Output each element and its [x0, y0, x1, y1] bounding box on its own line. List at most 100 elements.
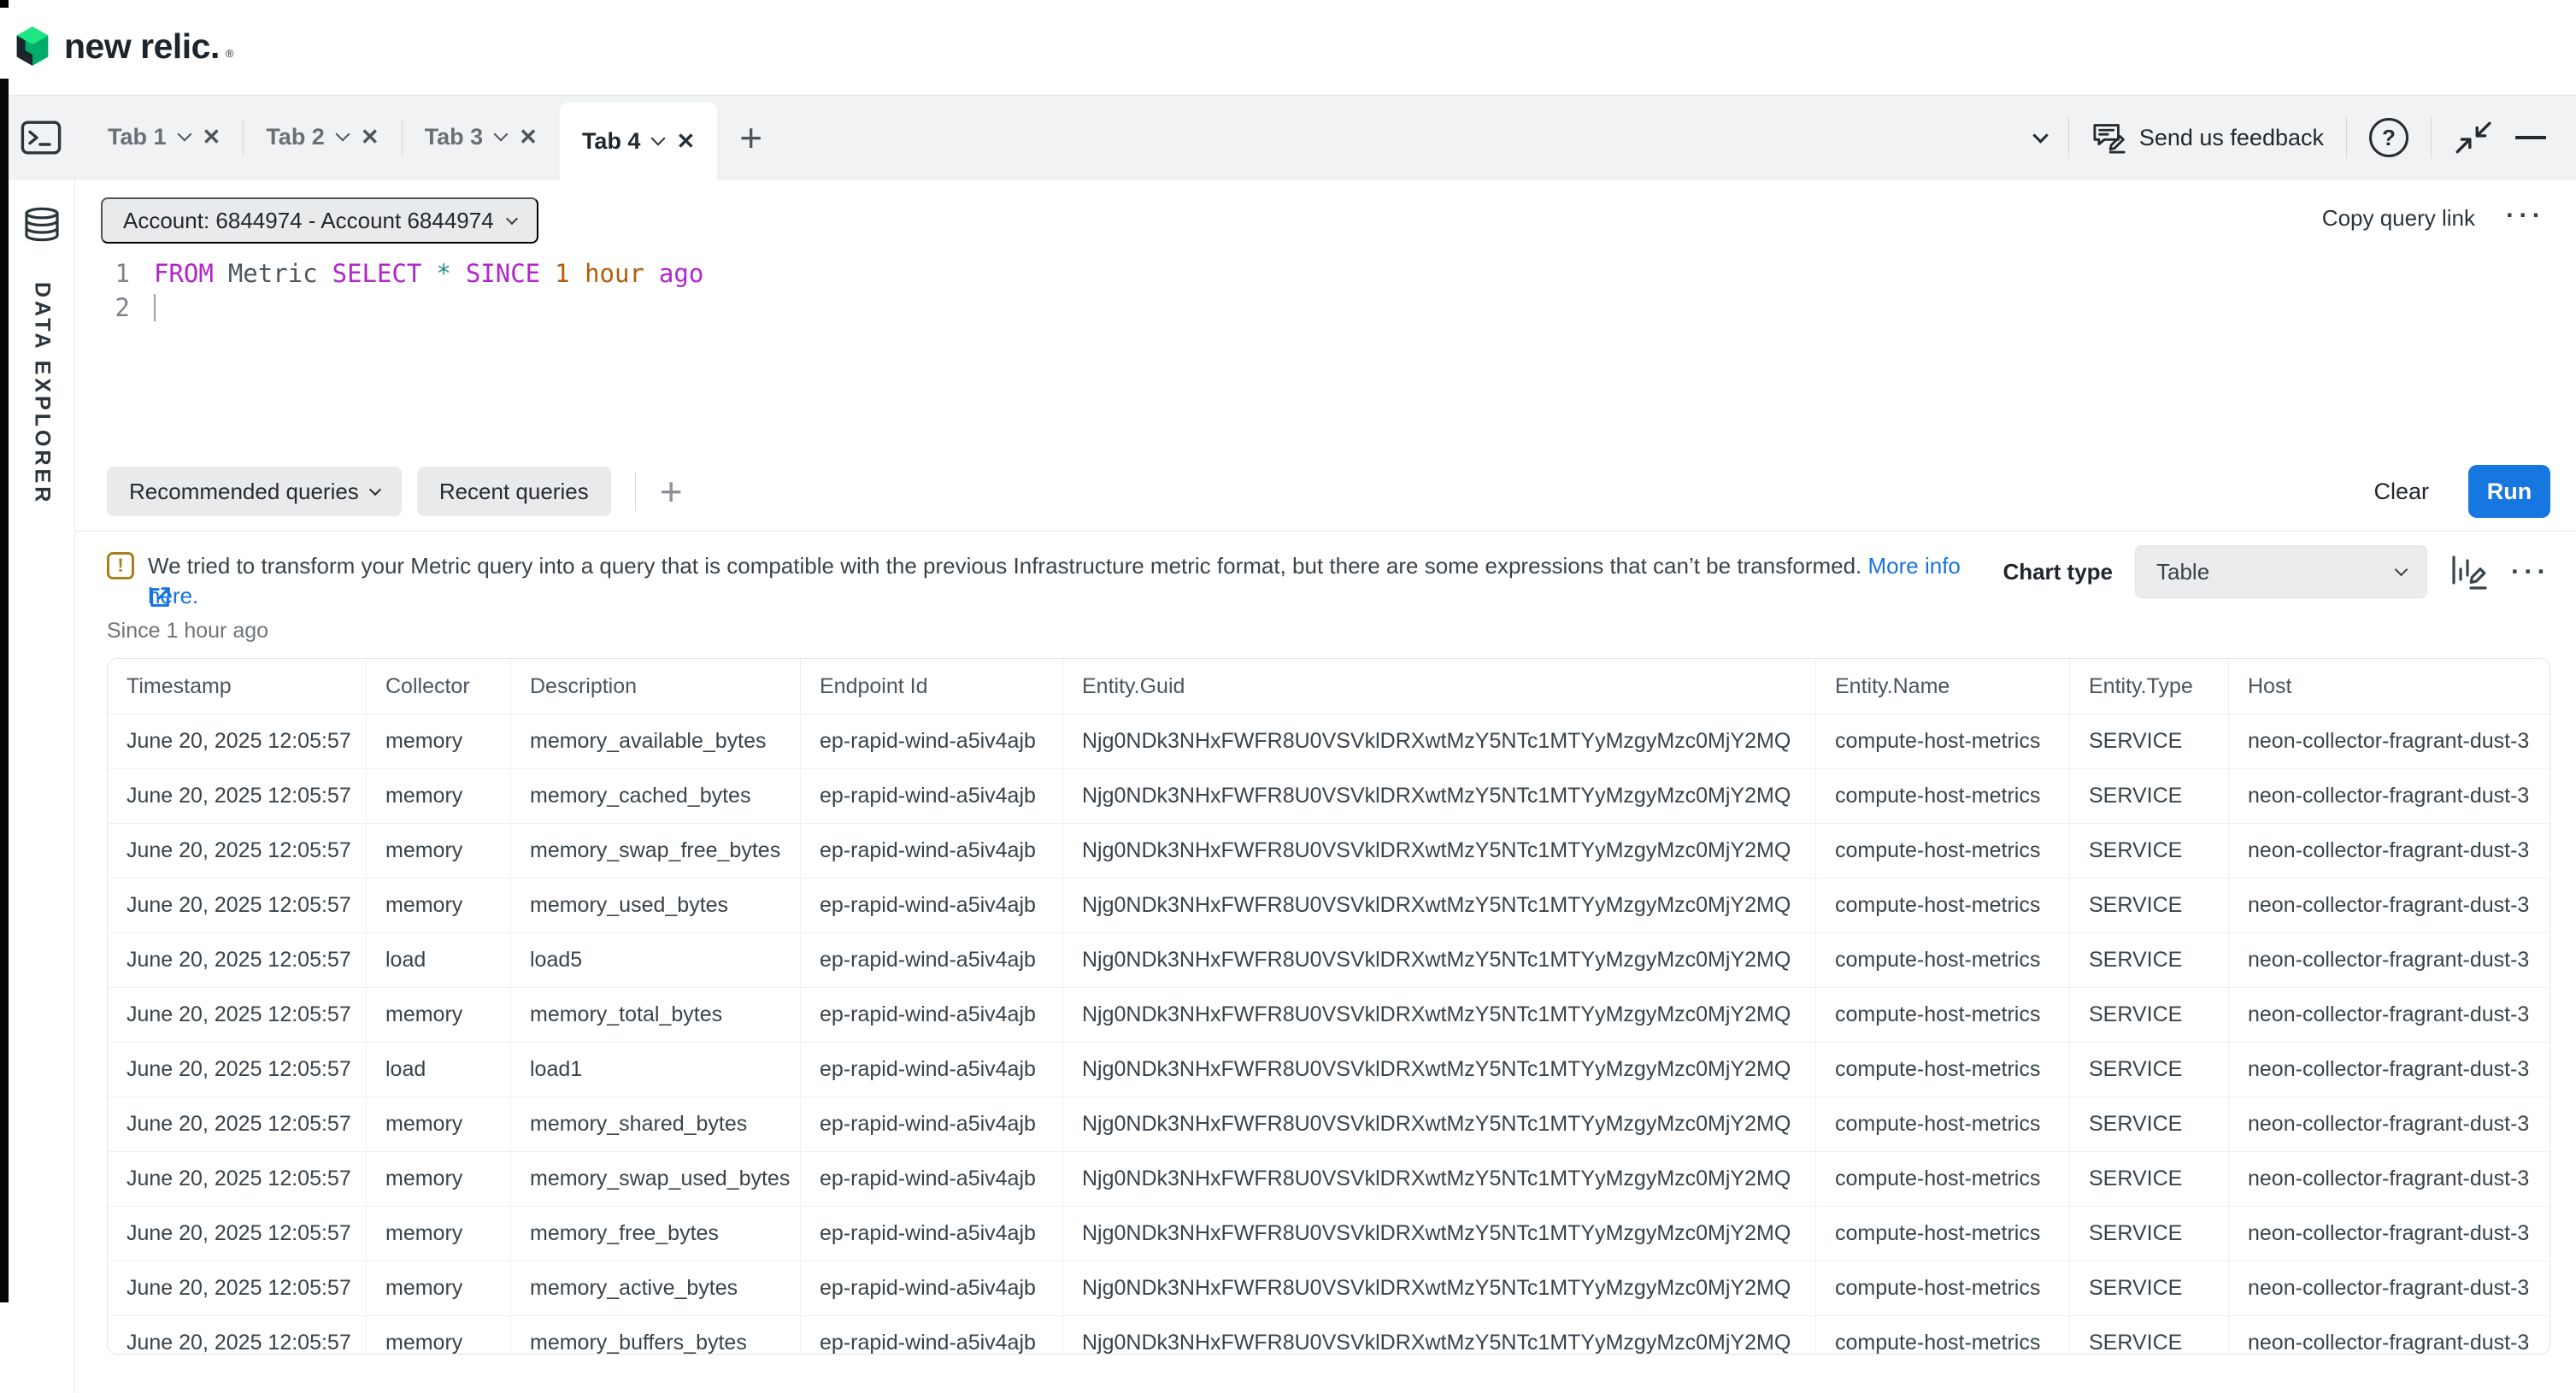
- cell-host: neon-collector-fragrant-dust-3: [2229, 714, 2550, 768]
- recent-queries-button[interactable]: Recent queries: [417, 467, 611, 516]
- recommended-queries-label: Recommended queries: [129, 479, 359, 505]
- results-table: TimestampCollectorDescriptionEndpoint Id…: [107, 658, 2550, 1355]
- column-header-collector[interactable]: Collector: [367, 659, 511, 714]
- close-icon[interactable]: ✕: [519, 124, 538, 150]
- send-feedback-button[interactable]: Send us feedback: [2091, 121, 2324, 154]
- chevron-down-icon[interactable]: [494, 127, 509, 142]
- screen-edge: [0, 79, 9, 1302]
- cell-description: memory_total_bytes: [511, 988, 801, 1042]
- table-row[interactable]: June 20, 2025 12:05:57memorymemory_swap_…: [108, 1152, 2550, 1207]
- edit-chart-button[interactable]: [2450, 553, 2489, 591]
- table-body: June 20, 2025 12:05:57memorymemory_avail…: [108, 714, 2550, 1355]
- editor-line-2: 2: [111, 291, 718, 325]
- account-picker[interactable]: Account: 6844974 - Account 6844974: [101, 197, 538, 244]
- copy-query-link-button[interactable]: Copy query link: [2322, 205, 2475, 232]
- external-link-icon[interactable]: [147, 585, 173, 610]
- chart-type-value: Table: [2156, 559, 2397, 585]
- cell-entity_name: compute-host-metrics: [1816, 824, 2070, 878]
- add-tab-button[interactable]: +: [739, 118, 762, 157]
- new-relic-logo-icon: [14, 26, 51, 67]
- cell-entity_type: SERVICE: [2070, 824, 2229, 878]
- console-panel-button[interactable]: [19, 118, 63, 157]
- cell-collector: memory: [367, 714, 511, 768]
- cell-entity_guid: Njg0NDk3NHxFWFR8U0VSVklDRXwtMzY5NTc1MTYy…: [1063, 879, 1816, 932]
- data-explorer-sidebar[interactable]: DATA EXPLORER: [9, 179, 75, 1393]
- cell-timestamp: June 20, 2025 12:05:57: [108, 1097, 367, 1151]
- chevron-down-icon: [369, 483, 381, 495]
- table-row[interactable]: June 20, 2025 12:05:57memorymemory_share…: [108, 1097, 2550, 1152]
- cell-timestamp: June 20, 2025 12:05:57: [108, 1261, 367, 1315]
- table-row[interactable]: June 20, 2025 12:05:57memorymemory_total…: [108, 988, 2550, 1043]
- table-row[interactable]: June 20, 2025 12:05:57memorymemory_activ…: [108, 1261, 2550, 1316]
- divider: [2068, 117, 2069, 158]
- help-button[interactable]: ?: [2369, 118, 2408, 157]
- table-row[interactable]: June 20, 2025 12:05:57memorymemory_free_…: [108, 1207, 2550, 1261]
- table-row[interactable]: June 20, 2025 12:05:57memorymemory_used_…: [108, 879, 2550, 933]
- close-icon[interactable]: ✕: [203, 124, 221, 150]
- cell-entity_guid: Njg0NDk3NHxFWFR8U0VSVklDRXwtMzY5NTc1MTYy…: [1063, 1043, 1816, 1096]
- tab-label: Tab 4: [582, 128, 641, 155]
- tab-label: Tab 2: [266, 124, 325, 150]
- table-row[interactable]: June 20, 2025 12:05:57loadload5ep-rapid-…: [108, 933, 2550, 988]
- chart-overflow-menu[interactable]: ···: [2511, 556, 2550, 587]
- tab-2[interactable]: Tab 2 ✕: [244, 96, 401, 179]
- table-row[interactable]: June 20, 2025 12:05:57loadload1ep-rapid-…: [108, 1043, 2550, 1097]
- column-header-timestamp[interactable]: Timestamp: [108, 659, 367, 714]
- table-row[interactable]: June 20, 2025 12:05:57memorymemory_cache…: [108, 769, 2550, 824]
- chevron-down-icon[interactable]: [335, 127, 350, 142]
- cell-entity_name: compute-host-metrics: [1816, 1097, 2070, 1151]
- cell-entity_name: compute-host-metrics: [1816, 933, 2070, 987]
- sidebar-label: DATA EXPLORER: [29, 282, 54, 505]
- query-panel: Account: 6844974 - Account 6844974 Copy …: [75, 179, 2576, 532]
- cell-timestamp: June 20, 2025 12:05:57: [108, 1043, 367, 1096]
- cell-entity_name: compute-host-metrics: [1816, 1261, 2070, 1315]
- minimize-icon[interactable]: [2515, 136, 2546, 139]
- cell-description: load1: [511, 1043, 801, 1096]
- tab-4-active[interactable]: Tab 4 ✕: [560, 103, 717, 179]
- table-header-row: TimestampCollectorDescriptionEndpoint Id…: [108, 659, 2550, 714]
- cell-entity_type: SERVICE: [2070, 1152, 2229, 1206]
- cell-endpoint_id: ep-rapid-wind-a5iv4ajb: [801, 933, 1063, 987]
- query-toolbar: Recommended queries Recent queries + Cle…: [107, 465, 2550, 518]
- cell-entity_type: SERVICE: [2070, 1316, 2229, 1355]
- column-header-entity_type[interactable]: Entity.Type: [2070, 659, 2229, 714]
- column-header-entity_name[interactable]: Entity.Name: [1816, 659, 2070, 714]
- close-icon[interactable]: ✕: [361, 124, 379, 150]
- column-header-entity_guid[interactable]: Entity.Guid: [1063, 659, 1816, 714]
- column-header-host[interactable]: Host: [2229, 659, 2550, 714]
- collapse-window-button[interactable]: [2454, 120, 2493, 156]
- cell-entity_guid: Njg0NDk3NHxFWFR8U0VSVklDRXwtMzY5NTc1MTYy…: [1063, 933, 1816, 987]
- close-icon[interactable]: ✕: [676, 128, 695, 155]
- line-number: 1: [111, 256, 130, 291]
- cell-entity_type: SERVICE: [2070, 1097, 2229, 1151]
- nrql-editor[interactable]: 1 FROMMetricSELECT*SINCE1 hourago 2: [111, 256, 718, 325]
- chart-type-select[interactable]: Table: [2135, 545, 2427, 598]
- cell-entity_type: SERVICE: [2070, 1261, 2229, 1315]
- cell-entity_name: compute-host-metrics: [1816, 769, 2070, 823]
- collapse-arrows-icon: [2454, 120, 2493, 156]
- tab-label: Tab 3: [425, 124, 484, 150]
- cell-host: neon-collector-fragrant-dust-3: [2229, 824, 2550, 878]
- text-cursor: [154, 294, 156, 321]
- brand-name: new relic.: [64, 26, 220, 67]
- clear-button[interactable]: Clear: [2373, 479, 2429, 505]
- cell-description: load5: [511, 933, 801, 987]
- column-header-endpoint_id[interactable]: Endpoint Id: [801, 659, 1063, 714]
- table-row[interactable]: June 20, 2025 12:05:57memorymemory_buffe…: [108, 1316, 2550, 1355]
- chevron-down-icon[interactable]: [2032, 127, 2048, 143]
- tab-3[interactable]: Tab 3 ✕: [403, 96, 560, 179]
- results-panel: ! We tried to transform your Metric quer…: [75, 532, 2576, 1393]
- column-header-description[interactable]: Description: [511, 659, 801, 714]
- recommended-queries-button[interactable]: Recommended queries: [107, 467, 402, 516]
- tab-1[interactable]: Tab 1 ✕: [85, 96, 243, 179]
- table-row[interactable]: June 20, 2025 12:05:57memorymemory_swap_…: [108, 824, 2550, 879]
- add-query-button[interactable]: +: [660, 472, 683, 511]
- chevron-down-icon[interactable]: [177, 127, 191, 142]
- cell-entity_name: compute-host-metrics: [1816, 879, 2070, 932]
- query-overflow-menu[interactable]: ···: [2506, 200, 2545, 231]
- chevron-down-icon[interactable]: [651, 131, 666, 145]
- cell-endpoint_id: ep-rapid-wind-a5iv4ajb: [801, 714, 1063, 768]
- cell-host: neon-collector-fragrant-dust-3: [2229, 933, 2550, 987]
- run-button[interactable]: Run: [2468, 465, 2550, 518]
- table-row[interactable]: June 20, 2025 12:05:57memorymemory_avail…: [108, 714, 2550, 769]
